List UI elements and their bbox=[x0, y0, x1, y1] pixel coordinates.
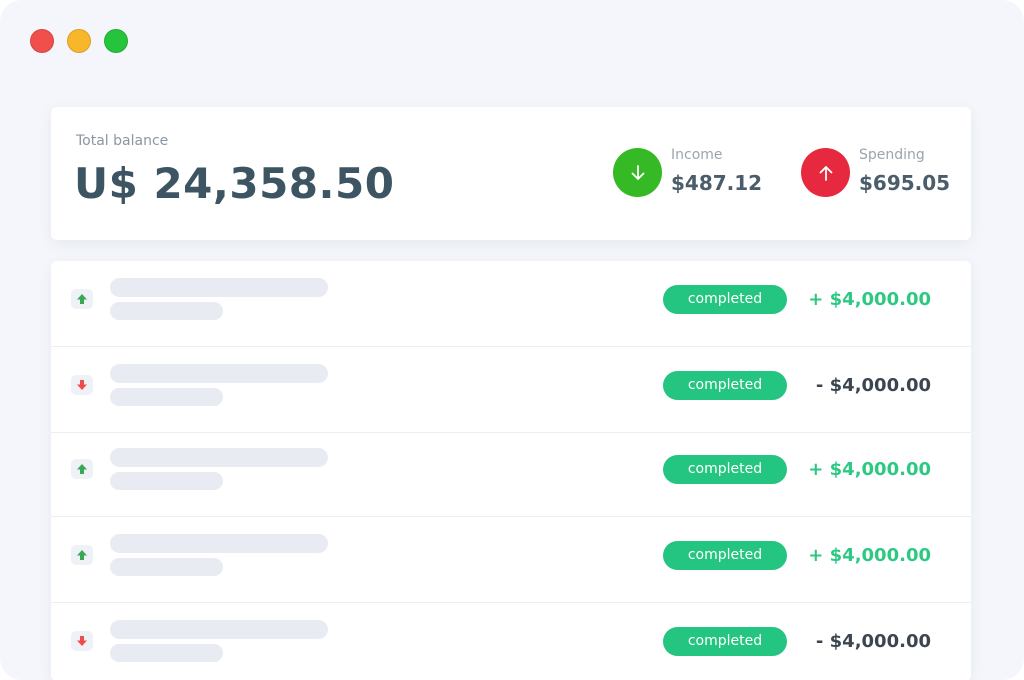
total-balance-value: U$ 24,358.50 bbox=[74, 159, 395, 208]
close-window-button[interactable] bbox=[30, 29, 54, 53]
transaction-amount: + $4,000.00 bbox=[808, 545, 931, 566]
arrow-down-icon bbox=[71, 631, 93, 651]
balance-summary-card: Total balance U$ 24,358.50 Income $487.1… bbox=[51, 107, 971, 240]
status-badge: completed bbox=[663, 541, 787, 570]
arrow-up-icon bbox=[71, 459, 93, 479]
transaction-row[interactable]: completed + $4,000.00 bbox=[51, 431, 971, 517]
arrow-up-icon bbox=[71, 545, 93, 565]
status-badge: completed bbox=[663, 455, 787, 484]
income-value: $487.12 bbox=[671, 171, 763, 195]
transaction-row[interactable]: completed + $4,000.00 bbox=[51, 261, 971, 347]
placeholder-title bbox=[110, 278, 328, 297]
arrow-up-icon bbox=[71, 289, 93, 309]
placeholder-subtitle bbox=[110, 644, 223, 662]
transaction-amount: + $4,000.00 bbox=[808, 289, 931, 310]
transactions-list: completed + $4,000.00 completed - $4,000… bbox=[51, 261, 971, 680]
status-badge: completed bbox=[663, 285, 787, 314]
status-badge: completed bbox=[663, 627, 787, 656]
transaction-row[interactable]: completed - $4,000.00 bbox=[51, 603, 971, 680]
transaction-row[interactable]: completed + $4,000.00 bbox=[51, 517, 971, 603]
window-controls bbox=[30, 29, 128, 53]
placeholder-title bbox=[110, 534, 328, 553]
placeholder-subtitle bbox=[110, 388, 223, 406]
transaction-amount: - $4,000.00 bbox=[815, 631, 931, 652]
total-balance-label: Total balance bbox=[76, 133, 169, 149]
arrow-up-icon bbox=[801, 148, 850, 197]
transaction-row[interactable]: completed - $4,000.00 bbox=[51, 347, 971, 433]
transaction-amount: - $4,000.00 bbox=[815, 375, 931, 396]
placeholder-title bbox=[110, 620, 328, 639]
status-badge: completed bbox=[663, 371, 787, 400]
placeholder-subtitle bbox=[110, 558, 223, 576]
app-window: Total balance U$ 24,358.50 Income $487.1… bbox=[0, 0, 1024, 680]
arrow-down-icon bbox=[613, 148, 662, 197]
spending-value: $695.05 bbox=[859, 171, 951, 195]
arrow-down-icon bbox=[71, 375, 93, 395]
transaction-amount: + $4,000.00 bbox=[808, 459, 931, 480]
placeholder-title bbox=[110, 364, 328, 383]
placeholder-subtitle bbox=[110, 302, 223, 320]
placeholder-subtitle bbox=[110, 472, 223, 490]
maximize-window-button[interactable] bbox=[104, 29, 128, 53]
placeholder-title bbox=[110, 448, 328, 467]
spending-label: Spending bbox=[859, 147, 925, 163]
minimize-window-button[interactable] bbox=[67, 29, 91, 53]
income-label: Income bbox=[671, 147, 723, 163]
